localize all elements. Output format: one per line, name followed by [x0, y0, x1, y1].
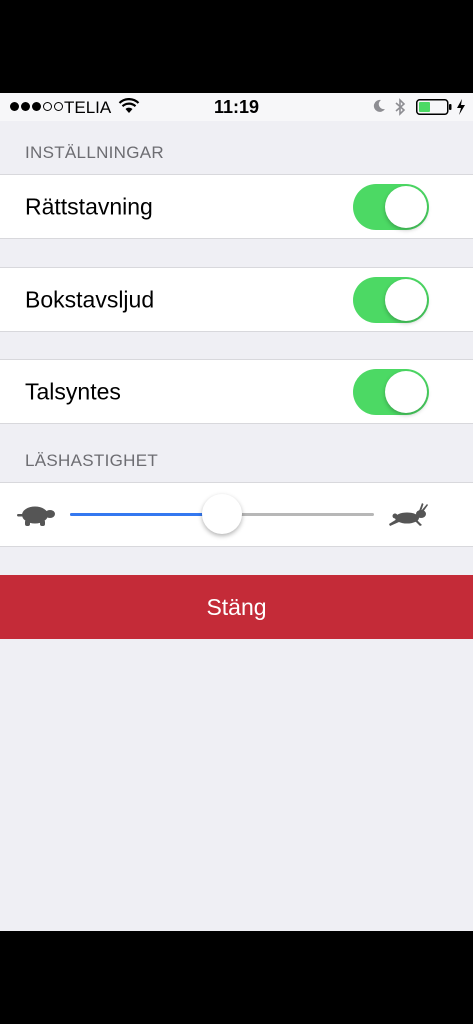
toggle-knob: [385, 278, 427, 321]
close-button[interactable]: Stäng: [0, 575, 473, 639]
setting-row-speech-synthesis: Talsyntes: [0, 359, 473, 424]
battery-icon: [416, 99, 452, 115]
toggle-knob: [385, 370, 427, 413]
turtle-icon: [17, 506, 55, 526]
setting-label: Rättstavning: [25, 193, 153, 219]
status-bar: TELIA 11:19: [0, 93, 473, 121]
spellcheck-toggle[interactable]: [353, 183, 429, 230]
settings-screen: TELIA 11:19 INSTÄLLNINGAR Rättstavning B…: [0, 93, 473, 931]
bluetooth-icon: [395, 98, 406, 116]
setting-row-spellcheck: Rättstavning: [0, 174, 473, 239]
setting-row-letter-sounds: Bokstavsljud: [0, 267, 473, 332]
do-not-disturb-moon-icon: [373, 99, 385, 112]
reading-speed-thumb[interactable]: [202, 494, 242, 534]
setting-label: Talsyntes: [25, 378, 121, 404]
reading-speed-row: [0, 482, 473, 547]
reading-speed-track[interactable]: [70, 494, 374, 534]
charging-bolt-icon: [457, 99, 465, 115]
reading-speed-section-header: LÄSHASTIGHET: [25, 451, 159, 470]
toggle-knob: [385, 185, 427, 228]
setting-label: Bokstavsljud: [25, 286, 155, 312]
reading-speed-fill: [70, 513, 222, 516]
speech-synthesis-toggle[interactable]: [353, 368, 429, 415]
rabbit-icon: [389, 503, 428, 526]
settings-section-header: INSTÄLLNINGAR: [25, 143, 164, 162]
letter-sounds-toggle[interactable]: [353, 276, 429, 323]
